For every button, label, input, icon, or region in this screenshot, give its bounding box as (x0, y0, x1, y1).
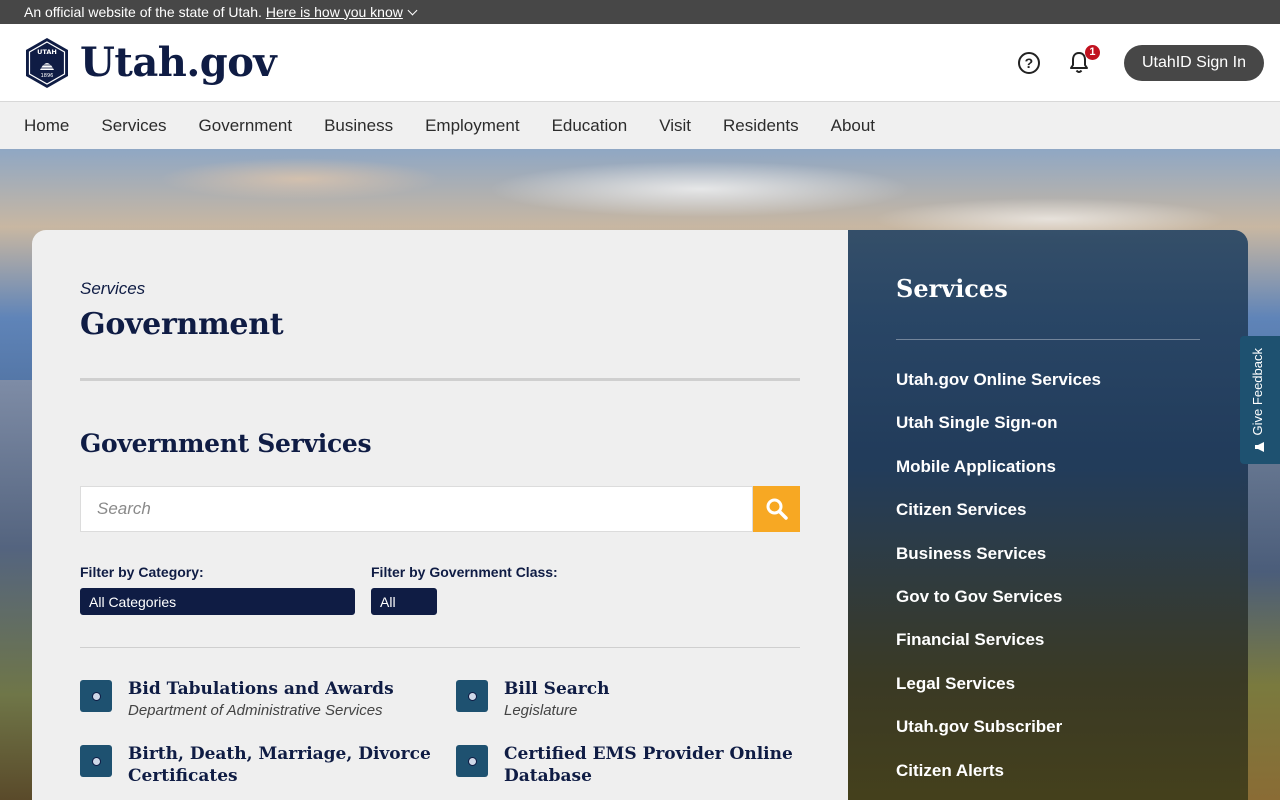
filters-divider (80, 647, 800, 648)
site-logo-text: Utah.gov (80, 39, 277, 86)
utahid-signin-button[interactable]: UtahID Sign In (1123, 44, 1264, 81)
government-class-filter: Filter by Government Class: All (371, 564, 558, 615)
megaphone-icon (1255, 442, 1264, 452)
how-you-know-link[interactable]: Here is how you know (265, 1, 418, 24)
seal-year: 1896 (41, 73, 54, 79)
header-actions: ? 1 UtahID Sign In (1017, 44, 1264, 81)
utah-seal-icon (80, 680, 112, 712)
main-navigation: Home Services Government Business Employ… (0, 102, 1280, 149)
utah-seal-icon (456, 745, 488, 777)
service-name: Certified EMS Provider Online Database (504, 744, 793, 786)
nav-item-residents[interactable]: Residents (723, 116, 799, 136)
chevron-down-icon (407, 5, 418, 15)
service-department: Department of Administrative Services (128, 702, 383, 719)
filters-row: Filter by Category: All Categories Filte… (80, 564, 800, 615)
service-name: Bid Tabulations and Awards (128, 679, 394, 699)
sidebar-item-citizen-alerts[interactable]: Citizen Alerts (896, 749, 1200, 792)
magnifier-icon (766, 498, 788, 520)
service-search (80, 486, 800, 532)
services-list: Bid Tabulations and Awards Department of… (80, 678, 800, 787)
page-title: Government (80, 307, 284, 342)
service-name: Bill Search (504, 679, 610, 699)
sidebar-item-gov-to-gov-services[interactable]: Gov to Gov Services (896, 575, 1200, 618)
utah-seal-icon: UTAH 1896 (26, 37, 68, 88)
give-feedback-label: Give Feedback (1250, 348, 1265, 436)
government-class-select[interactable]: All (371, 588, 437, 615)
category-select[interactable]: All Categories (80, 588, 355, 615)
list-item[interactable]: Certified EMS Provider Online Database (456, 743, 800, 787)
nav-item-government[interactable]: Government (199, 116, 293, 136)
give-feedback-tab[interactable]: Give Feedback (1240, 336, 1280, 464)
sidebar-item-mobile-applications[interactable]: Mobile Applications (896, 445, 1200, 488)
official-banner-text: An official website of the state of Utah… (24, 3, 262, 20)
search-button[interactable] (753, 486, 800, 532)
government-class-filter-label: Filter by Government Class: (371, 564, 558, 580)
service-name: Birth, Death, Marriage, Divorce Certific… (128, 744, 431, 786)
list-item[interactable]: Birth, Death, Marriage, Divorce Certific… (80, 743, 456, 787)
official-banner: An official website of the state of Utah… (0, 0, 1280, 24)
search-input[interactable] (80, 486, 753, 532)
utah-seal-icon (456, 680, 488, 712)
content-card: Services Government Government Services … (32, 230, 1248, 800)
seal-text: UTAH (37, 48, 57, 56)
sidebar-item-single-sign-on[interactable]: Utah Single Sign-on (896, 401, 1200, 444)
site-header: UTAH 1896 Utah.gov ? 1 UtahID Sign In (0, 24, 1280, 102)
section-title: Government Services (80, 429, 372, 458)
breadcrumb[interactable]: Services (80, 279, 800, 299)
notification-count-badge: 1 (1084, 44, 1100, 60)
nav-item-education[interactable]: Education (552, 116, 628, 136)
nav-item-visit[interactable]: Visit (659, 116, 691, 136)
sidebar-title: Services (896, 274, 1008, 303)
notifications-button[interactable]: 1 (1068, 44, 1100, 75)
sidebar-item-business-services[interactable]: Business Services (896, 532, 1200, 575)
sidebar-item-legal-services[interactable]: Legal Services (896, 662, 1200, 705)
main-content: Services Government Government Services … (32, 230, 848, 800)
service-department: Legislature (504, 702, 578, 719)
title-divider (80, 378, 800, 381)
how-you-know-label: Here is how you know (265, 3, 403, 20)
utah-gov-logo-link[interactable]: UTAH 1896 Utah.gov (24, 37, 277, 89)
nav-item-about[interactable]: About (831, 116, 875, 136)
sidebar-item-online-services[interactable]: Utah.gov Online Services (896, 358, 1200, 401)
sidebar-links: Utah.gov Online Services Utah Single Sig… (896, 358, 1200, 792)
question-circle-icon[interactable]: ? (1017, 51, 1040, 74)
sidebar-item-financial-services[interactable]: Financial Services (896, 618, 1200, 661)
list-item[interactable]: Bid Tabulations and Awards Department of… (80, 678, 456, 719)
nav-item-business[interactable]: Business (324, 116, 393, 136)
sidebar-divider (896, 339, 1200, 340)
nav-item-home[interactable]: Home (24, 116, 69, 136)
utah-seal-icon (80, 745, 112, 777)
category-filter: Filter by Category: All Categories (80, 564, 355, 615)
sidebar-item-citizen-services[interactable]: Citizen Services (896, 488, 1200, 531)
services-sidebar: Services Utah.gov Online Services Utah S… (848, 230, 1248, 800)
sidebar-item-subscriber[interactable]: Utah.gov Subscriber (896, 705, 1200, 748)
list-item[interactable]: Bill Search Legislature (456, 678, 800, 719)
category-filter-label: Filter by Category: (80, 564, 204, 580)
nav-item-employment[interactable]: Employment (425, 116, 519, 136)
nav-item-services[interactable]: Services (101, 116, 166, 136)
